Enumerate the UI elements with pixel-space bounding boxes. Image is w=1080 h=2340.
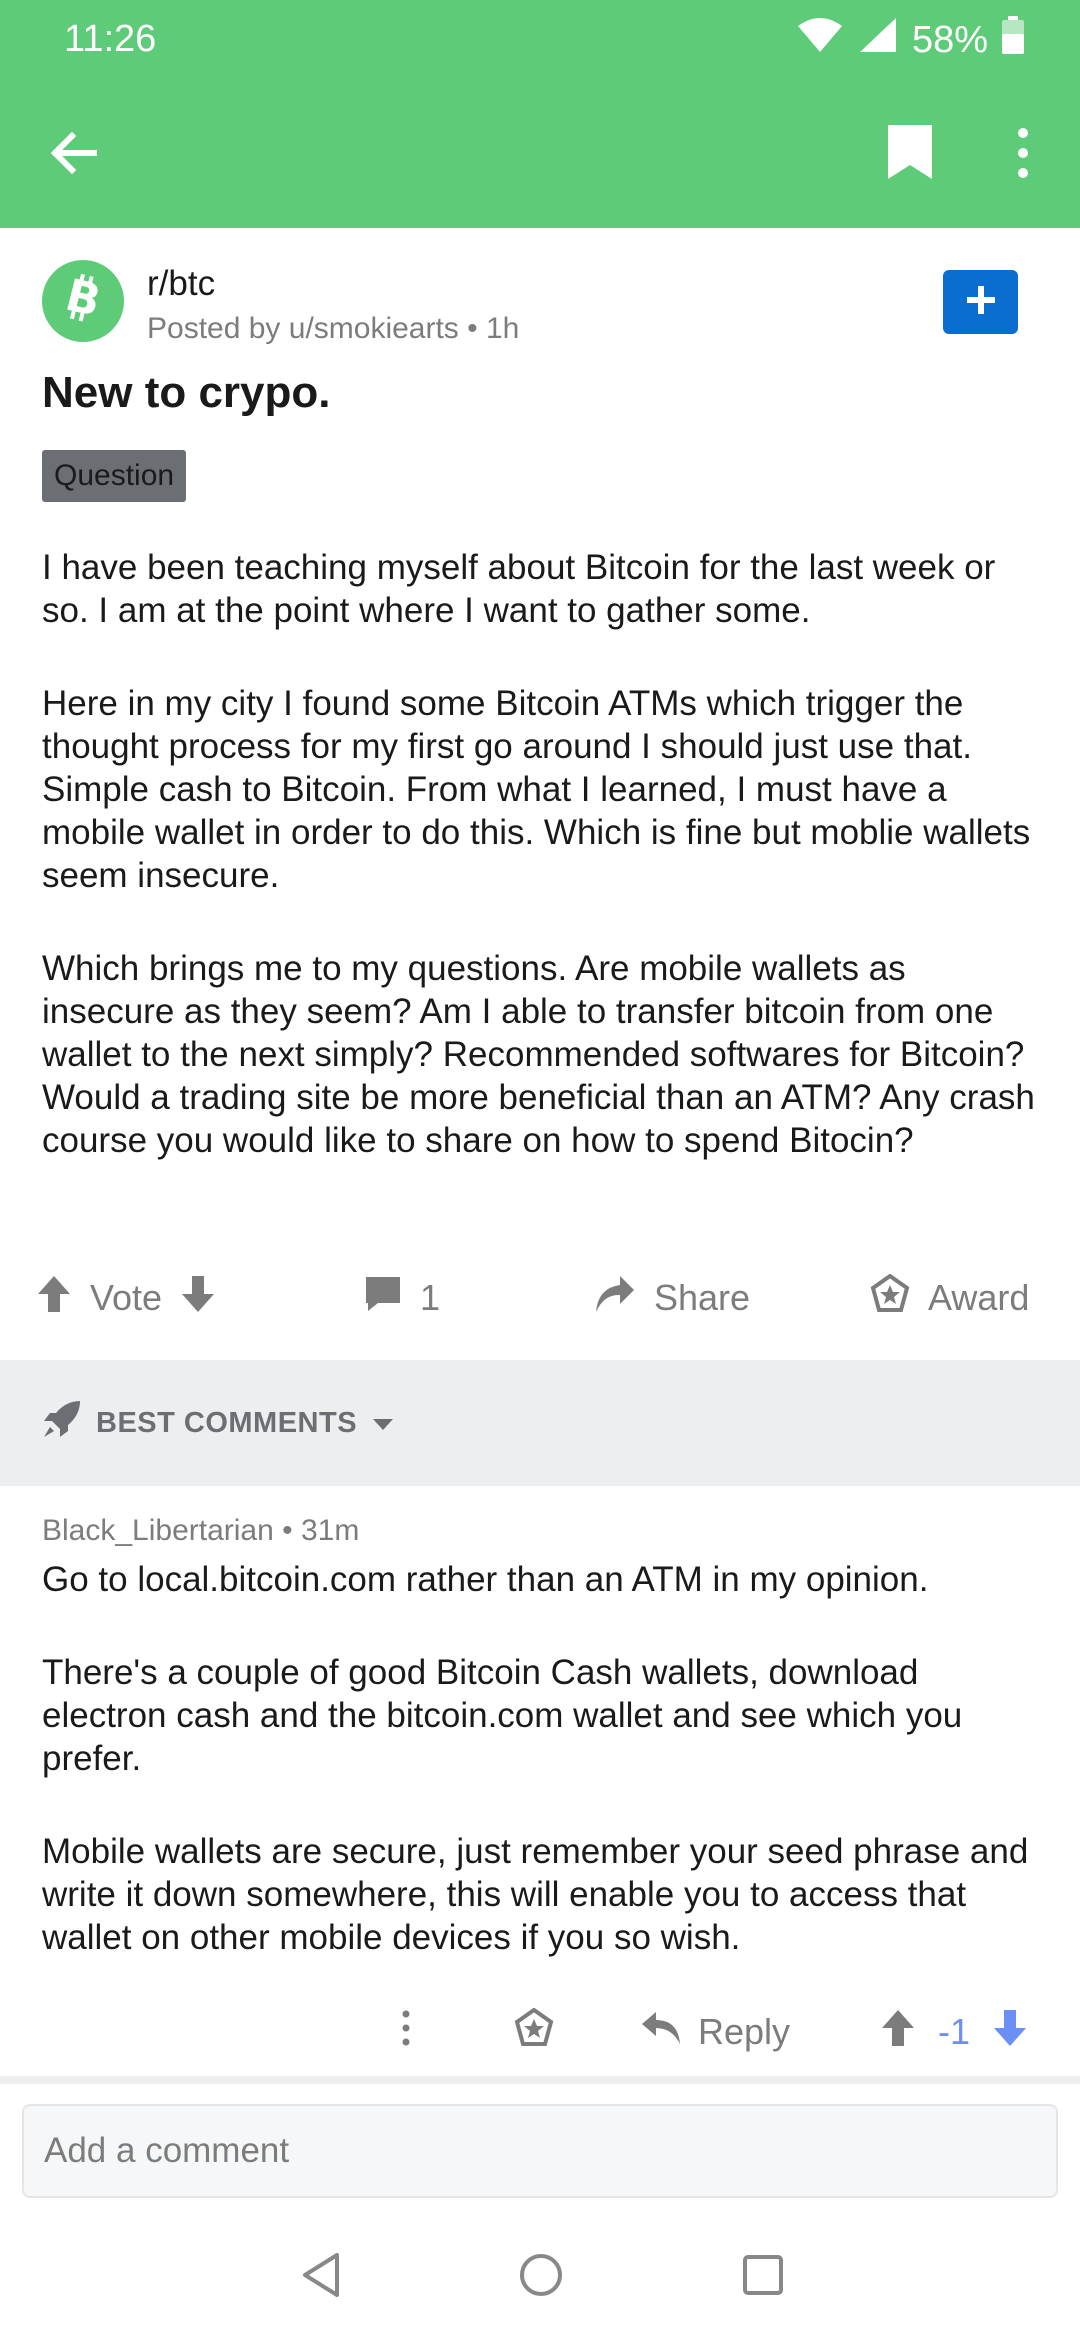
nav-back-button[interactable]: [296, 2252, 346, 2302]
comment-body: Go to local.bitcoin.com rather than an A…: [42, 1558, 1042, 2009]
bookmark-icon: [884, 123, 936, 188]
vote-controls: Vote: [36, 1262, 216, 1334]
vote-label: Vote: [90, 1277, 163, 1318]
comment-icon: [364, 1275, 402, 1322]
post-title: New to crypo.: [42, 368, 331, 417]
more-options-button[interactable]: [1010, 120, 1036, 190]
post-paragraph: Which brings me to my questions. Are mob…: [42, 949, 1035, 1160]
circle-home-icon: [518, 2252, 564, 2303]
post-body: I have been teaching myself about Bitcoi…: [42, 546, 1042, 1212]
comment-vote-controls: -1: [880, 1996, 1028, 2068]
comment-actions: Reply -1: [0, 1996, 1080, 2068]
bookmark-button[interactable]: [884, 120, 936, 190]
comment-author-meta[interactable]: Black_Libertarian • 31m: [42, 1514, 359, 1548]
award-icon: [514, 2007, 554, 2057]
bitcoin-logo-icon: B: [55, 269, 111, 332]
more-vertical-icon: [1010, 123, 1036, 188]
more-vertical-icon: [398, 2008, 414, 2057]
join-subreddit-button[interactable]: [943, 270, 1018, 334]
add-comment-input[interactable]: Add a comment: [22, 2104, 1058, 2198]
downvote-icon[interactable]: [992, 2008, 1028, 2057]
subreddit-avatar[interactable]: B: [42, 260, 124, 342]
battery-level: 58%: [911, 18, 988, 61]
triangle-back-icon: [299, 2251, 343, 2304]
wifi-icon: [796, 16, 844, 64]
award-button[interactable]: Award: [870, 1262, 1029, 1334]
app-header: 11:26 58%: [0, 0, 1080, 228]
post-flair[interactable]: Question: [42, 450, 187, 502]
arrow-left-icon: [44, 123, 104, 188]
status-bar: 11:26 58%: [0, 0, 1080, 80]
share-button[interactable]: Share: [594, 1262, 750, 1334]
post-author-meta[interactable]: Posted by u/smokiearts • 1h: [147, 312, 519, 346]
status-right: 58%: [796, 14, 1024, 66]
award-label: Award: [928, 1277, 1030, 1318]
award-icon: [870, 1273, 910, 1323]
nav-home-button[interactable]: [516, 2252, 566, 2302]
comment-award-button[interactable]: [514, 1996, 554, 2068]
battery-icon: [1002, 16, 1024, 64]
post-paragraph: I have been teaching myself about Bitcoi…: [42, 548, 996, 630]
post-actions: Vote 1 Share Award: [0, 1262, 1080, 1334]
comment-score: -1: [938, 2011, 971, 2052]
comment-more-button[interactable]: [398, 1996, 414, 2068]
divider: [0, 2076, 1080, 2084]
caret-down-icon: [371, 1407, 395, 1440]
upvote-icon[interactable]: [880, 2008, 916, 2057]
share-icon: [594, 1274, 636, 1323]
post-paragraph: Here in my city I found some Bitcoin ATM…: [42, 684, 1031, 895]
rocket-icon: [42, 1399, 82, 1447]
comment-sort-button[interactable]: BEST COMMENTS: [42, 1360, 395, 1486]
reply-icon: [640, 2010, 682, 2055]
system-nav-bar: [0, 2214, 1080, 2340]
comment-sort-bar: BEST COMMENTS: [0, 1360, 1080, 1486]
reply-label: Reply: [698, 2011, 791, 2052]
comments-button[interactable]: 1: [364, 1262, 440, 1334]
sort-label: BEST COMMENTS: [96, 1406, 358, 1439]
comment-paragraph: Mobile wallets are secure, just remember…: [42, 1832, 1029, 1957]
downvote-icon[interactable]: [180, 1274, 216, 1323]
back-button[interactable]: [44, 120, 104, 190]
plus-icon: [964, 283, 998, 322]
comment-paragraph: Go to local.bitcoin.com rather than an A…: [42, 1560, 929, 1599]
reply-button[interactable]: Reply: [640, 1996, 790, 2068]
subreddit-name[interactable]: r/btc: [147, 264, 215, 304]
add-comment-bar: Add a comment: [0, 2084, 1080, 2214]
status-time: 11:26: [64, 18, 157, 60]
signal-icon: [858, 16, 898, 64]
square-recents-icon: [741, 2253, 785, 2302]
nav-recents-button[interactable]: [738, 2252, 788, 2302]
comment-count: 1: [420, 1277, 441, 1318]
share-label: Share: [654, 1277, 751, 1318]
comment-paragraph: There's a couple of good Bitcoin Cash wa…: [42, 1653, 963, 1778]
upvote-icon[interactable]: [36, 1274, 72, 1323]
